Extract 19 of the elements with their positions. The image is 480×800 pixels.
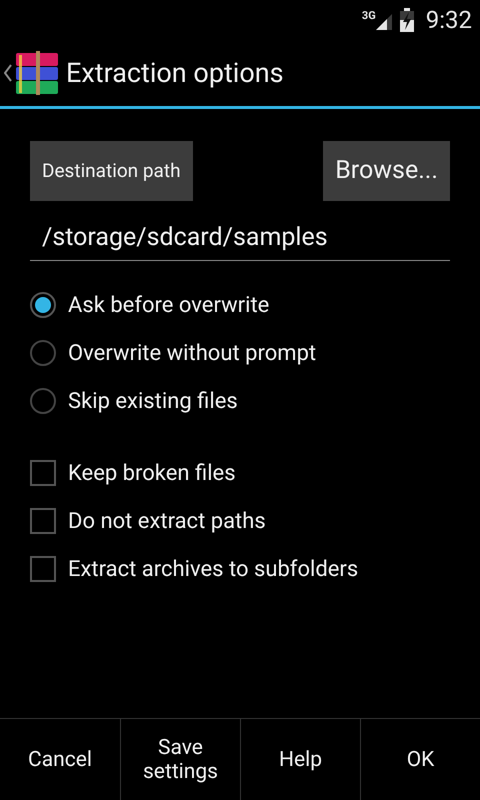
dialog-button[interactable]: Help (240, 719, 360, 800)
checkbox-option[interactable]: Keep broken files (30, 449, 450, 497)
screen-title: Extraction options (66, 56, 284, 91)
up-navigation[interactable] (4, 51, 58, 95)
checkbox-option[interactable]: Extract archives to subfolders (30, 545, 450, 593)
battery-charging-icon (400, 8, 414, 32)
radio-option[interactable]: Skip existing files (30, 377, 450, 425)
clock: 9:32 (426, 5, 472, 36)
radio-option[interactable]: Ask before overwrite (30, 281, 450, 329)
destination-path-button[interactable]: Destination path (30, 141, 193, 201)
dialog-button[interactable]: Cancel (0, 719, 120, 800)
back-chevron-icon (4, 64, 12, 82)
archive-books-icon (16, 51, 58, 95)
network-type: 3G (362, 10, 376, 21)
dialog-button[interactable]: OK (360, 719, 480, 800)
radio-option[interactable]: Overwrite without prompt (30, 329, 450, 377)
checkbox-option[interactable]: Do not extract paths (30, 497, 450, 545)
browse-button[interactable]: Browse... (323, 141, 450, 201)
dialog-button[interactable]: Save settings (120, 719, 240, 800)
